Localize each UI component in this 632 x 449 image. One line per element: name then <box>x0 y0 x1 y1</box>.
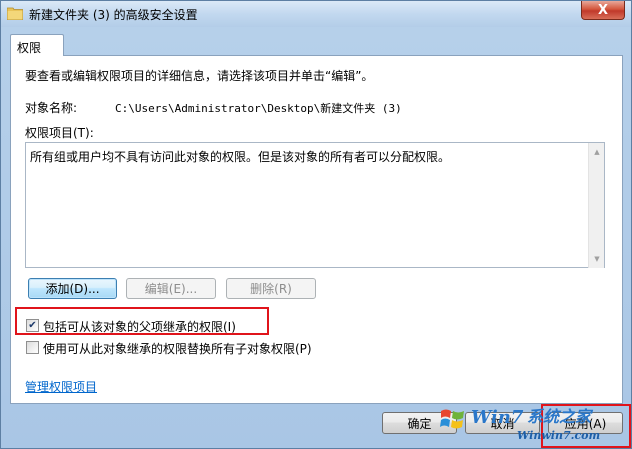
replace-child-checkbox-label: 使用可从此对象继承的权限替换所有子对象权限(P) <box>43 342 312 356</box>
scroll-up-icon[interactable]: ▲ <box>589 145 605 159</box>
ok-button-label: 确定 <box>407 416 432 431</box>
add-button-label: 添加(D)... <box>45 282 100 296</box>
manage-permissions-link[interactable]: 管理权限项目 <box>25 378 97 395</box>
remove-button[interactable]: 删除(R) <box>226 278 316 299</box>
tab-permissions[interactable]: 权限 <box>10 34 64 56</box>
permission-entries-label: 权限项目(T): <box>25 126 94 140</box>
window-title: 新建文件夹 (3) 的高级安全设置 <box>29 8 198 22</box>
watermark-brand-left: Win7 <box>471 407 524 428</box>
list-item: 所有组或用户均不具有访问此对象的权限。但是该对象的所有者可以分配权限。 <box>30 150 451 164</box>
close-icon: X <box>597 2 609 18</box>
watermark: Win7 系统之家 Winwin7.com <box>433 401 600 447</box>
edit-button[interactable]: 编辑(E)... <box>126 278 216 299</box>
edit-button-label: 编辑(E)... <box>144 282 198 296</box>
vertical-scrollbar[interactable]: ▲ ▼ <box>588 143 604 268</box>
advanced-security-dialog: 新建文件夹 (3) 的高级安全设置 X 权限 要查看或编辑权限项目的详细信息，请… <box>0 0 632 449</box>
remove-button-label: 删除(R) <box>250 282 292 296</box>
title-bar[interactable]: 新建文件夹 (3) 的高级安全设置 X <box>1 1 631 27</box>
windows-logo-icon <box>440 409 464 429</box>
object-name-value: C:\Users\Administrator\Desktop\新建文件夹 (3) <box>115 102 402 115</box>
tab-label: 权限 <box>17 41 42 55</box>
object-name-label: 对象名称: <box>25 101 78 115</box>
inherit-checkbox-label: 包括可从该对象的父项继承的权限(I) <box>43 320 236 334</box>
add-button[interactable]: 添加(D)... <box>28 278 117 299</box>
watermark-url: Winwin7.com <box>517 429 601 442</box>
close-button[interactable]: X <box>581 1 625 20</box>
replace-child-checkbox[interactable] <box>26 341 39 354</box>
watermark-brand-right: 系统之家 <box>527 407 592 426</box>
folder-icon <box>7 7 23 20</box>
checkmark-icon: ✔ <box>28 319 37 331</box>
scroll-down-icon[interactable]: ▼ <box>589 252 605 266</box>
permission-entries-list[interactable]: 所有组或用户均不具有访问此对象的权限。但是该对象的所有者可以分配权限。 ▲ ▼ <box>25 142 605 268</box>
inherit-checkbox[interactable]: ✔ <box>26 319 39 332</box>
instruction-text: 要查看或编辑权限项目的详细信息，请选择该项目并单击“编辑”。 <box>25 69 374 83</box>
